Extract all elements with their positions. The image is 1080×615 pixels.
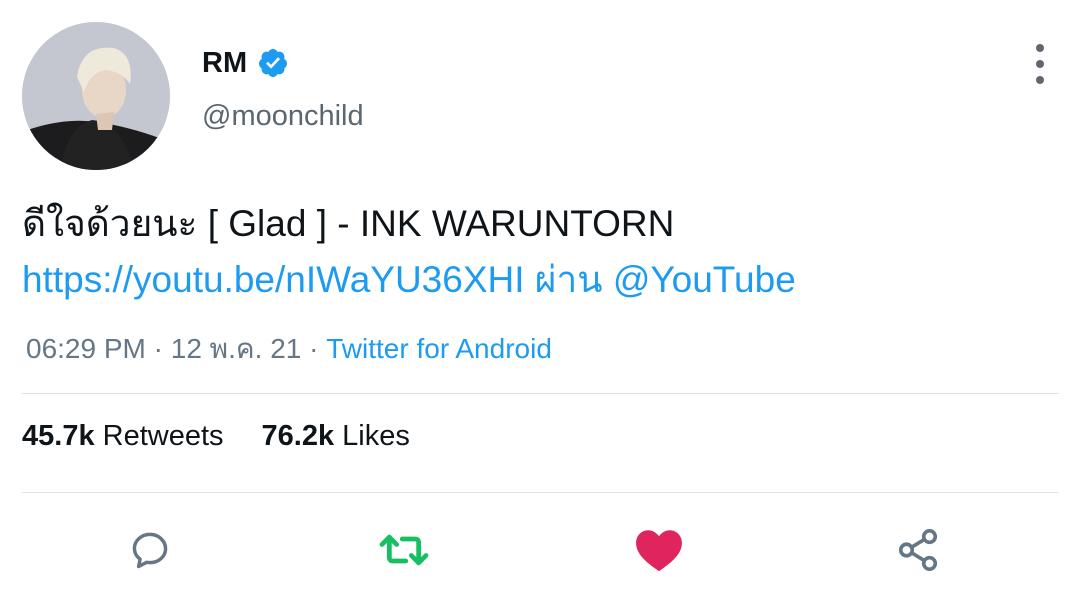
- divider: [22, 492, 1059, 493]
- tweet-detail: RM @moonchild ดีใจด้วยนะ [ Glad ] - INK …: [0, 0, 1080, 615]
- author-handle[interactable]: @moonchild: [202, 100, 364, 133]
- meta-separator: ·: [153, 333, 163, 364]
- reply-icon: [132, 532, 168, 569]
- tweet-link-line: https://youtu.be/nIWaYU36XHI ผ่าน @YouTu…: [22, 252, 796, 308]
- tweet-text-line: ดีใจด้วยนะ [ Glad ] - INK WARUNTORN: [22, 203, 675, 244]
- retweet-button[interactable]: [374, 520, 434, 580]
- share-icon: [898, 529, 938, 571]
- share-button[interactable]: [888, 520, 948, 580]
- meta-separator: ·: [309, 333, 319, 364]
- verified-badge-icon: [257, 47, 289, 79]
- retweet-icon: [379, 534, 429, 566]
- tweet-via: ผ่าน: [534, 259, 603, 300]
- retweets-stat[interactable]: 45.7k Retweets: [22, 420, 224, 453]
- likes-label: Likes: [342, 420, 410, 452]
- tweet-text: ดีใจด้วยนะ [ Glad ] - INK WARUNTORN http…: [22, 196, 796, 308]
- more-options-icon[interactable]: [1024, 44, 1056, 84]
- tweet-link[interactable]: https://youtu.be/nIWaYU36XHI: [22, 259, 525, 300]
- tweet-source[interactable]: Twitter for Android: [326, 333, 552, 364]
- tweet-time: 06:29 PM: [26, 333, 146, 364]
- likes-stat[interactable]: 76.2k Likes: [262, 420, 410, 453]
- tweet-mention[interactable]: @YouTube: [613, 259, 796, 300]
- heart-icon: [636, 530, 682, 572]
- reply-button[interactable]: [120, 520, 180, 580]
- author-display-name[interactable]: RM: [202, 47, 247, 80]
- action-bar: [0, 520, 1080, 580]
- tweet-date: 12 พ.ค. 21: [170, 333, 302, 364]
- divider: [22, 393, 1059, 394]
- tweet-meta: 06:29 PM · 12 พ.ค. 21 · Twitter for Andr…: [26, 327, 552, 371]
- author-name-row: RM: [202, 44, 289, 82]
- retweets-label: Retweets: [102, 420, 224, 452]
- likes-count: 76.2k: [261, 420, 335, 452]
- tweet-stats: 45.7k Retweets 76.2k Likes: [22, 420, 410, 453]
- avatar[interactable]: [22, 22, 170, 170]
- retweets-count: 45.7k: [22, 420, 95, 452]
- like-button[interactable]: [629, 520, 689, 580]
